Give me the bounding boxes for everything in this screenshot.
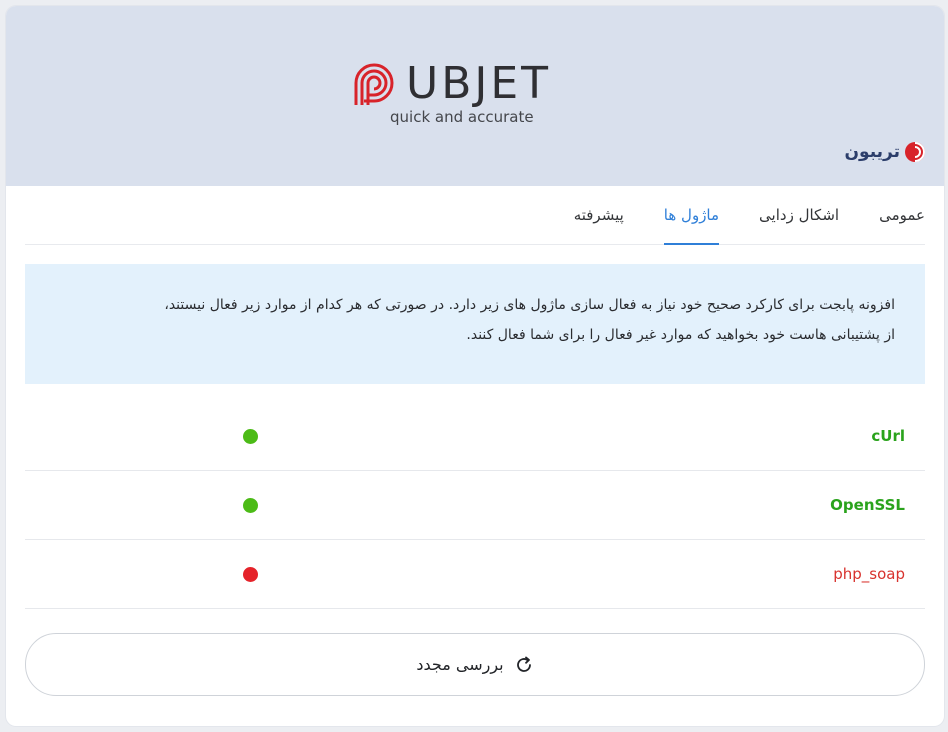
modules-list: cUrl OpenSSL php_soap xyxy=(25,402,925,609)
refresh-icon xyxy=(516,656,531,672)
settings-card: UBJET quick and accurate تریبون عمومی اش… xyxy=(6,6,944,726)
tab-debugging[interactable]: اشکال زدایی xyxy=(759,186,839,244)
tab-general[interactable]: عمومی xyxy=(879,186,925,244)
module-name: php_soap xyxy=(833,565,905,583)
module-name: OpenSSL xyxy=(830,496,905,514)
logo-tagline: quick and accurate xyxy=(390,108,534,126)
modules-info-alert: افزونه پابجت برای کارکرد صحیح خود نیاز ب… xyxy=(25,264,925,384)
recheck-button-label: بررسی مجدد xyxy=(416,655,504,674)
module-row-curl: cUrl xyxy=(25,402,925,471)
info-text-line-1: افزونه پابجت برای کارکرد صحیح خود نیاز ب… xyxy=(164,297,895,313)
pubjet-fingerprint-icon xyxy=(354,63,394,105)
module-name: cUrl xyxy=(871,427,905,445)
header-banner: UBJET quick and accurate تریبون xyxy=(6,6,944,186)
tribune-brand-name: تریبون xyxy=(844,142,900,162)
pubjet-logo: UBJET xyxy=(350,62,551,106)
logo-wordmark: UBJET xyxy=(406,58,552,109)
module-row-php-soap: php_soap xyxy=(25,540,925,609)
settings-tabs: عمومی اشکال زدایی ماژول ها پیشرفته xyxy=(25,186,925,245)
status-dot-enabled xyxy=(243,498,258,513)
tribune-logo-icon xyxy=(905,142,925,162)
tribune-brand: تریبون xyxy=(845,141,926,163)
module-row-openssl: OpenSSL xyxy=(25,471,925,540)
recheck-button[interactable]: بررسی مجدد xyxy=(25,633,925,696)
tab-advanced[interactable]: پیشرفته xyxy=(574,186,624,244)
info-text-line-2: از پشتیبانی هاست خود بخواهید که موارد غی… xyxy=(466,327,895,343)
status-dot-enabled xyxy=(243,429,258,444)
status-dot-disabled xyxy=(243,567,258,582)
tab-modules[interactable]: ماژول ها xyxy=(663,186,720,245)
